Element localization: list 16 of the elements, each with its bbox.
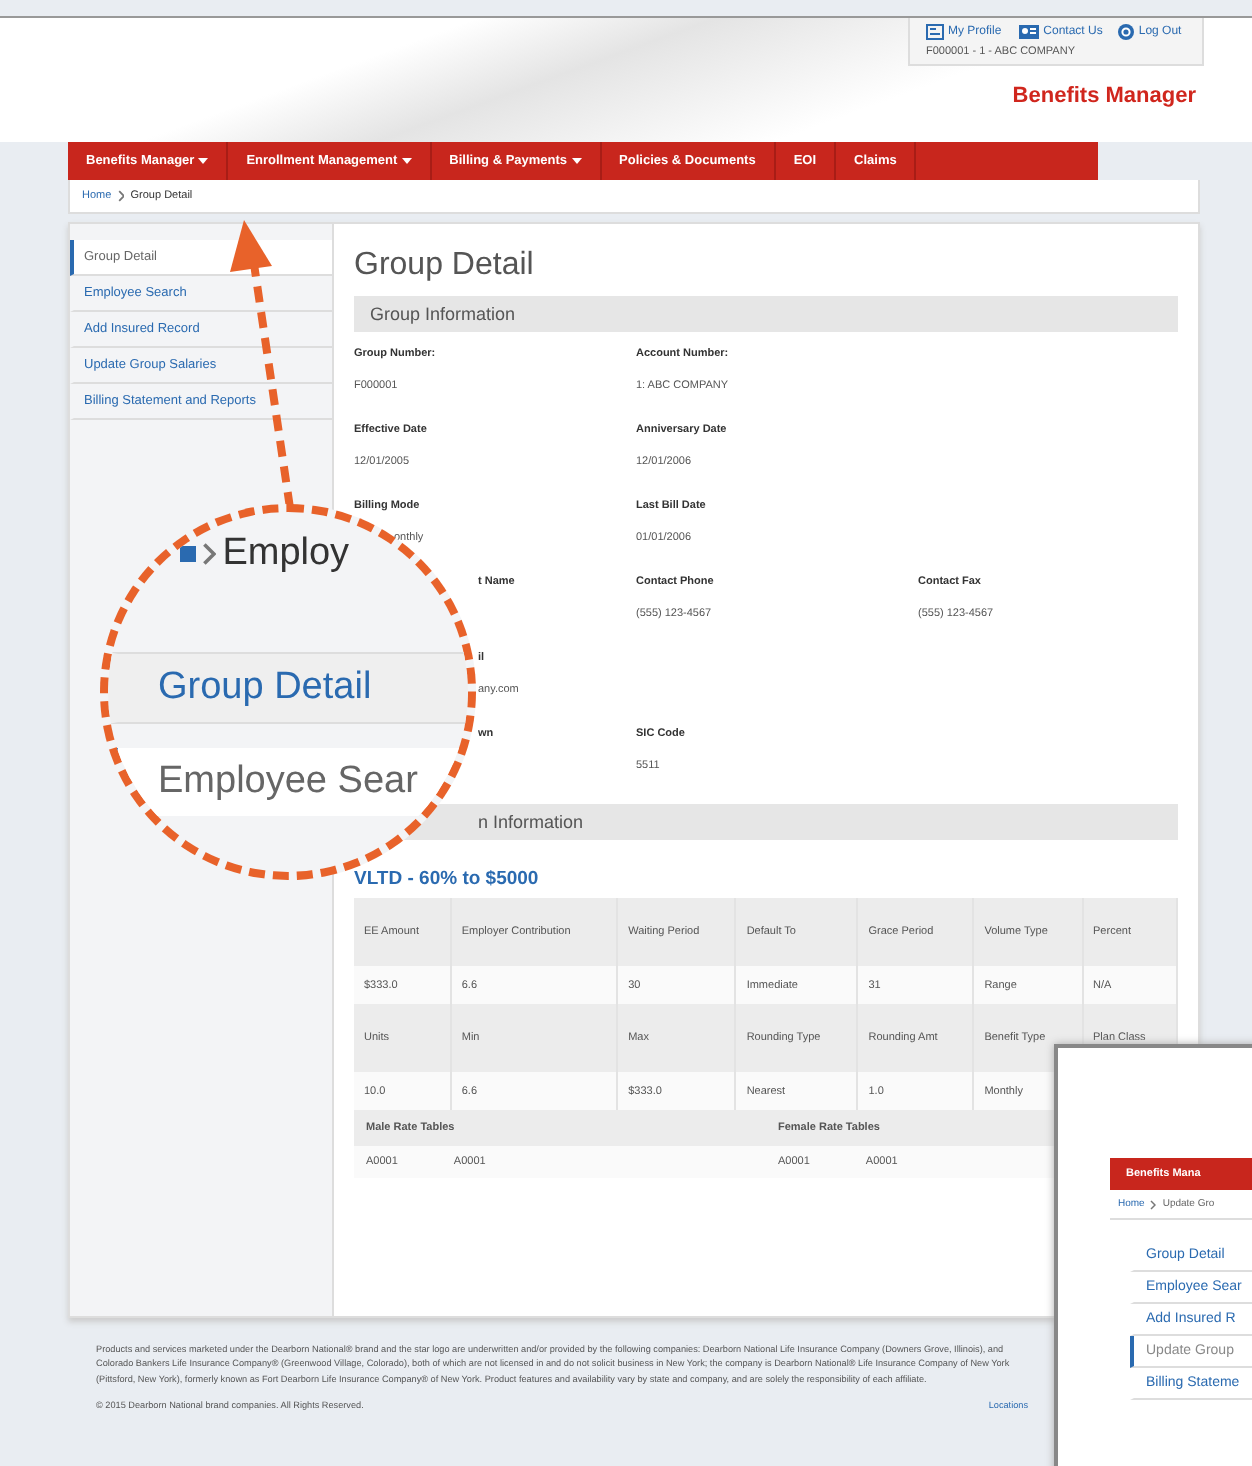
app-title: Benefits Manager: [1012, 84, 1196, 108]
caret-icon: [198, 158, 209, 164]
sidebar-item[interactable]: Group Detail: [108, 652, 468, 724]
breadcrumb-current: Employ: [222, 532, 350, 576]
plan-title: VLTD - 60% to $5000: [354, 868, 541, 890]
power-icon: [1118, 24, 1135, 40]
section-header: Group Information: [354, 296, 1178, 332]
caret-icon: [571, 158, 582, 164]
caret-icon: [401, 158, 412, 164]
chevron-icon: [1150, 1199, 1157, 1209]
chevron-icon: [202, 542, 217, 566]
profile-card-icon: [926, 24, 944, 40]
page-title: Group Detail: [354, 248, 536, 284]
contact-card-icon: [1017, 24, 1040, 40]
chevron-icon: [117, 190, 125, 202]
home-icon: [180, 546, 196, 562]
